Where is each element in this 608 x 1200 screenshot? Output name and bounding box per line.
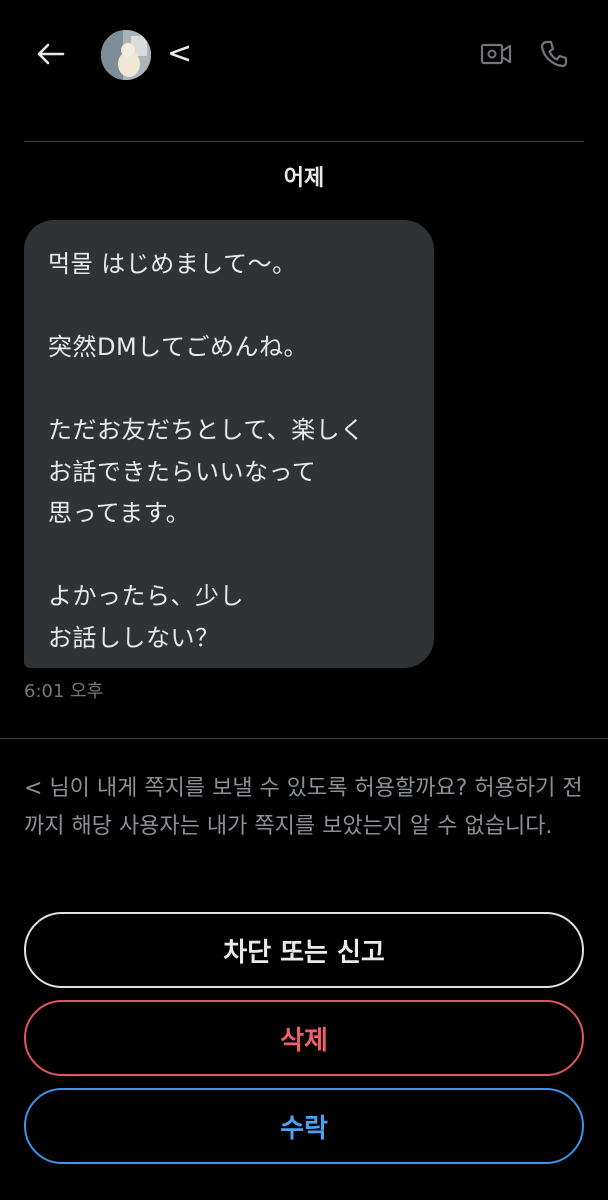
phone-icon xyxy=(540,40,568,68)
message-bubble[interactable]: 먹물 はじめまして〜。 突然DMしてごめんね。 ただお友だちとして、楽しく お話… xyxy=(24,220,434,668)
avatar[interactable] xyxy=(101,30,151,80)
date-separator: 어제 xyxy=(283,166,325,191)
block-or-report-button[interactable]: 차단 또는 신고 xyxy=(24,912,584,988)
contact-name[interactable]: < xyxy=(167,34,192,74)
video-camera-icon xyxy=(480,43,512,65)
message-request-prompt: < 님이 내게 쪽지를 보낼 수 있도록 허용할까요? 허용하기 전까지 해당 … xyxy=(24,776,583,839)
request-divider xyxy=(0,738,608,739)
voice-call-button[interactable] xyxy=(536,36,572,72)
delete-button[interactable]: 삭제 xyxy=(24,1000,584,1076)
message-text: 먹물 はじめまして〜。 突然DMしてごめんね。 ただお友だちとして、楽しく お話… xyxy=(48,250,365,652)
message-timestamp: 6:01 오후 xyxy=(24,681,104,702)
avatar-image xyxy=(101,30,151,80)
accept-button[interactable]: 수락 xyxy=(24,1088,584,1164)
video-call-button[interactable] xyxy=(478,36,514,72)
header-divider xyxy=(24,141,584,142)
conversation-header: < xyxy=(0,0,608,110)
arrow-left-icon xyxy=(37,43,65,65)
back-button[interactable] xyxy=(30,36,70,72)
